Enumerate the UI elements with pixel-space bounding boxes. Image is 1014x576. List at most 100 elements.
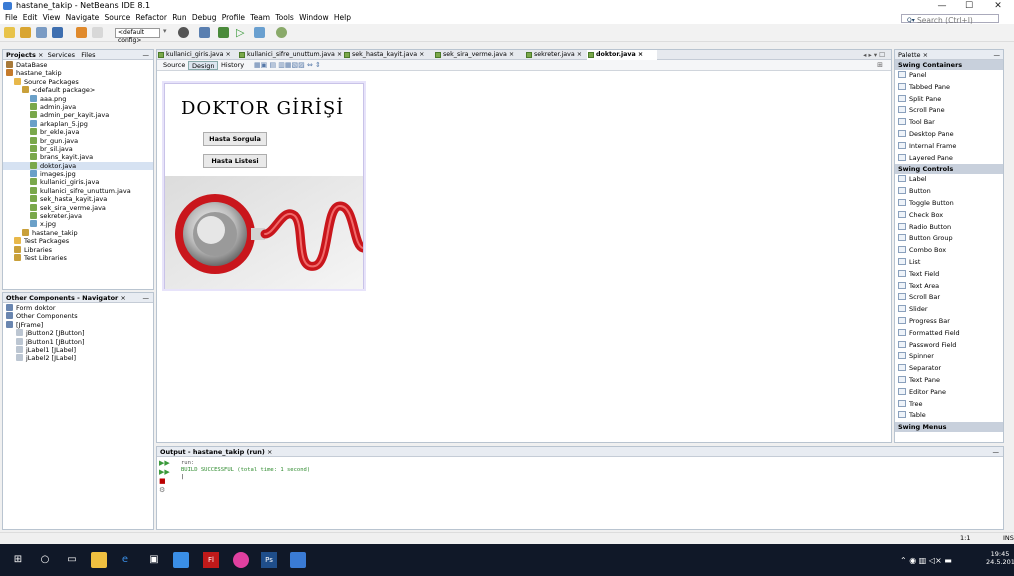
menu-file[interactable]: File — [5, 12, 18, 24]
palette-item[interactable]: Separator — [895, 363, 1003, 375]
menu-view[interactable]: View — [43, 12, 61, 24]
palette-item[interactable]: Tabbed Pane — [895, 82, 1003, 94]
menu-team[interactable]: Team — [250, 12, 270, 24]
open-project-icon[interactable] — [36, 27, 47, 38]
menu-profile[interactable]: Profile — [222, 12, 245, 24]
tab-sek-hasta-kayit[interactable]: sek_hasta_kayit.java × — [343, 50, 438, 60]
stop-icon[interactable]: ■ — [159, 477, 170, 486]
tree-item[interactable]: arkaplan_5.jpg — [3, 119, 153, 128]
palette-item[interactable]: Panel — [895, 70, 1003, 82]
navigator-item[interactable]: jLabel2 [JLabel] — [3, 354, 153, 362]
tree-item[interactable]: admin.java — [3, 102, 153, 111]
design-view-button[interactable]: Design — [188, 61, 219, 70]
windows-start-icon[interactable]: ⊞ — [10, 552, 26, 568]
palette-item[interactable]: Scroll Bar — [895, 292, 1003, 304]
palette-item[interactable]: Text Area — [895, 281, 1003, 293]
palette-item[interactable]: Button — [895, 186, 1003, 198]
maximize-button[interactable]: ☐ — [957, 0, 981, 12]
messenger-icon[interactable] — [233, 552, 249, 568]
netbeans-taskbar-icon[interactable] — [290, 552, 306, 568]
search-icon[interactable]: ○ — [37, 552, 53, 568]
clean-build-icon[interactable] — [218, 27, 229, 38]
palette-item[interactable]: Radio Button — [895, 222, 1003, 234]
palette-scrollbar[interactable] — [1004, 49, 1014, 529]
palette-item[interactable]: Text Field — [895, 269, 1003, 281]
palette-item[interactable]: Layered Pane — [895, 153, 1003, 165]
history-view-button[interactable]: History — [218, 61, 247, 70]
hasta-sorgula-button[interactable]: Hasta Sorgula — [203, 132, 267, 146]
palette-item[interactable]: Desktop Pane — [895, 129, 1003, 141]
stethoscope-image[interactable] — [165, 176, 363, 289]
tab-doktor[interactable]: doktor.java × — [587, 50, 657, 60]
debug-icon[interactable] — [254, 27, 265, 38]
tree-item[interactable]: kullanici_giris.java — [3, 178, 153, 186]
photoshop-icon[interactable]: Ps — [261, 552, 277, 568]
edge-browser-icon[interactable]: e — [117, 552, 133, 568]
tree-item[interactable]: Source Packages — [3, 77, 153, 86]
palette-category[interactable]: Swing Containers — [895, 60, 1003, 70]
media-app-icon[interactable] — [173, 552, 189, 568]
palette-item[interactable]: Scroll Pane — [895, 105, 1003, 117]
tree-item[interactable]: br_ekle.java — [3, 128, 153, 136]
tab-sekreter[interactable]: sekreter.java × — [525, 50, 587, 60]
menu-debug[interactable]: Debug — [192, 12, 217, 24]
config-select[interactable]: <default config> — [115, 28, 160, 44]
menu-refactor[interactable]: Refactor — [135, 12, 166, 24]
palette-category[interactable]: Swing Controls — [895, 164, 1003, 175]
settings-icon[interactable] — [178, 27, 189, 38]
tree-item[interactable]: aaa.png — [3, 94, 153, 103]
navigator-item[interactable]: jLabel1 [JLabel] — [3, 345, 153, 354]
navigator-tree[interactable]: Form doktor Other Components [JFrame] jButt… — [3, 303, 153, 363]
palette-item[interactable]: Formatted Field — [895, 328, 1003, 340]
new-project-icon[interactable] — [20, 27, 31, 38]
tab-list-chevron-icon[interactable]: ◂ ▸ ▾ ☐ — [863, 50, 885, 60]
palette-item[interactable]: Internal Frame — [895, 141, 1003, 153]
menu-source[interactable]: Source — [104, 12, 130, 24]
tree-item[interactable]: doktor.java — [3, 161, 153, 171]
tree-item[interactable]: Test Libraries — [3, 253, 153, 262]
palette-item[interactable]: Combo Box — [895, 245, 1003, 257]
tree-item[interactable]: sek_sira_verme.java — [3, 203, 153, 212]
save-all-icon[interactable] — [52, 27, 63, 38]
navigator-item[interactable]: jButton1 [JButton] — [3, 337, 153, 346]
palette-item[interactable]: Text Pane — [895, 375, 1003, 387]
hasta-listesi-button[interactable]: Hasta Listesi — [203, 154, 267, 168]
palette-item[interactable]: Label — [895, 174, 1003, 186]
jframe-design-preview[interactable]: DOKTOR GİRİŞİ Hasta Sorgula Hasta Listes… — [164, 83, 364, 289]
navigator-item[interactable]: jButton2 [JButton] — [3, 329, 153, 337]
search-input[interactable]: Q▾ Search (Ctrl+I) — [901, 14, 999, 25]
layout-tools-icon[interactable]: ▦▣ ▤ ▥▦▧▨ ⇔ ⇕ — [254, 61, 321, 69]
palette-item[interactable]: Password Field — [895, 340, 1003, 352]
chevron-down-icon[interactable]: ▾ — [163, 27, 174, 38]
minimize-button[interactable]: — — [930, 0, 954, 12]
tab-projects[interactable]: Projects — [6, 51, 36, 59]
palette-item[interactable]: Spinner — [895, 351, 1003, 363]
flash-icon[interactable]: Fl — [203, 552, 219, 568]
navigator-item[interactable]: Form doktor — [3, 304, 153, 312]
minimize-panel-icon[interactable]: — — [994, 50, 1001, 60]
tree-item[interactable]: sekreter.java — [3, 212, 153, 220]
tree-item[interactable]: admin_per_kayit.java — [3, 111, 153, 119]
close-button[interactable]: ✕ — [986, 0, 1010, 12]
redo-icon[interactable] — [92, 27, 103, 38]
palette-item[interactable]: Split Pane — [895, 94, 1003, 106]
profile-icon[interactable] — [276, 27, 287, 38]
menu-window[interactable]: Window — [299, 12, 329, 24]
hammer-build-icon[interactable] — [199, 27, 210, 38]
rerun-icon[interactable]: ▶▶ — [159, 459, 170, 468]
tree-item[interactable]: x.jpg — [3, 220, 153, 228]
tree-item[interactable]: <default package> — [3, 86, 153, 94]
tree-item[interactable]: Test Packages — [3, 237, 153, 245]
palette-item[interactable]: List — [895, 257, 1003, 269]
palette-category[interactable]: Swing Menus — [895, 422, 1003, 433]
file-explorer-icon[interactable] — [91, 552, 107, 568]
palette-item[interactable]: Check Box — [895, 210, 1003, 222]
menu-tools[interactable]: Tools — [275, 12, 293, 24]
tree-item[interactable]: br_sil.java — [3, 144, 153, 153]
palette-item[interactable]: Toggle Button — [895, 198, 1003, 210]
form-title-label[interactable]: DOKTOR GİRİŞİ — [181, 98, 344, 119]
task-view-icon[interactable]: ▭ — [64, 552, 80, 568]
tree-item[interactable]: brans_kayit.java — [3, 153, 153, 161]
store-icon[interactable]: ▣ — [146, 552, 162, 568]
undo-icon[interactable] — [76, 27, 87, 38]
